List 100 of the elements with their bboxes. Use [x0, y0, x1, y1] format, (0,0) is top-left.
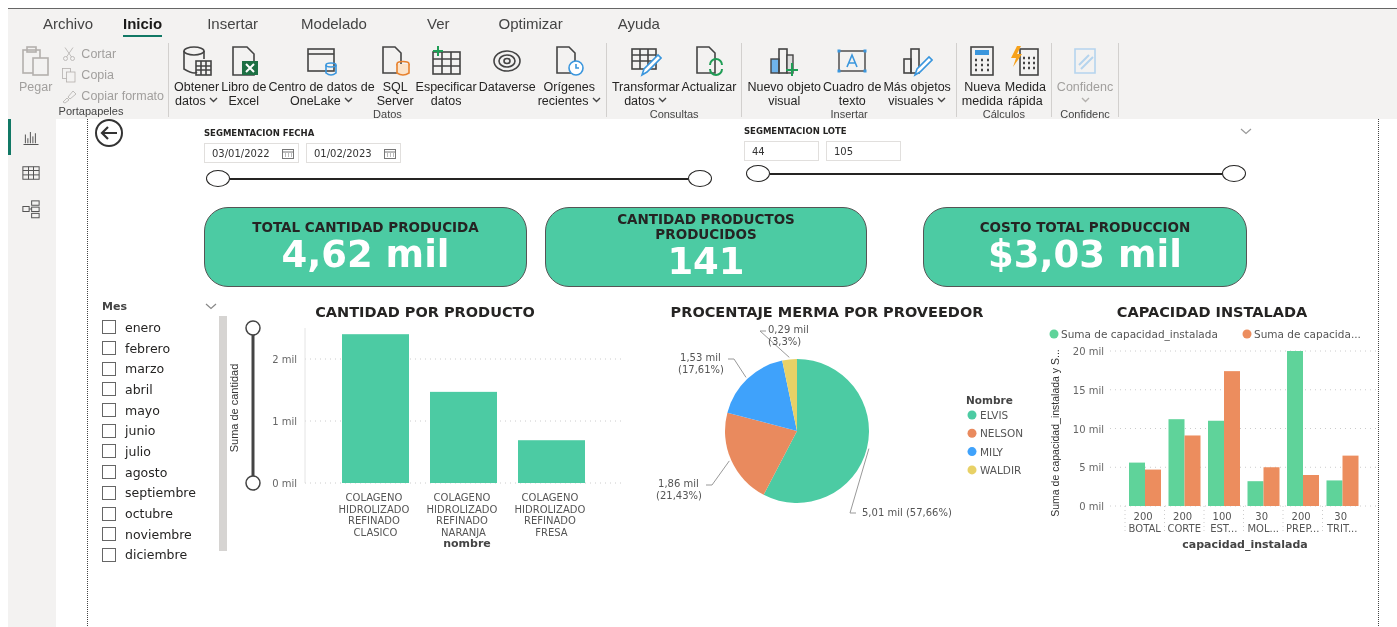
ribbon-tab[interactable]: Insertar: [207, 15, 259, 37]
slicer-input[interactable]: 01/02/2023: [306, 143, 401, 163]
data-label: 1,86 mil (21,43%): [656, 478, 702, 501]
calendar-icon[interactable]: [282, 147, 294, 159]
ribbon-button[interactable]: Libro de Excel: [220, 45, 268, 108]
ribbon-group-label: Consultas: [649, 108, 699, 122]
month-label[interactable]: mayo: [125, 402, 160, 418]
bar: [1129, 462, 1145, 506]
ribbon-button[interactable]: Nuevo objeto visual: [746, 45, 823, 108]
ribbon-tab[interactable]: Optimizar: [498, 15, 563, 37]
checkbox[interactable]: [102, 423, 116, 438]
scrollbar[interactable]: [219, 316, 227, 551]
checkbox[interactable]: [102, 485, 116, 500]
checkbox[interactable]: [102, 547, 116, 562]
slicer-input[interactable]: 44: [744, 141, 819, 161]
checkbox[interactable]: [102, 527, 116, 542]
chevron-icon[interactable]: [205, 302, 217, 310]
legend-dot: [1049, 329, 1059, 339]
ribbon-button[interactable]: Orígenes recientes: [536, 45, 602, 108]
data-label: 0,29 mil (3,3%): [768, 324, 809, 347]
ribbon-tab[interactable]: Archivo: [43, 15, 94, 37]
month-label[interactable]: noviembre: [125, 526, 192, 542]
calendar-icon[interactable]: [384, 147, 396, 159]
category-label: 200 PREP...: [1286, 511, 1320, 534]
axis-title: Suma de cantidad: [228, 363, 240, 453]
checkbox[interactable]: [102, 465, 116, 480]
y-axis-slider[interactable]: [245, 320, 261, 491]
bar: [1145, 469, 1161, 506]
axis-tick-label: 20 mil: [1072, 346, 1104, 357]
axis-title: nombre: [443, 537, 491, 550]
chevron-icon[interactable]: [1240, 128, 1252, 135]
chart-title: CAPACIDAD INSTALADA: [1116, 304, 1308, 320]
axis-title: capacidad_instalada: [1182, 538, 1308, 551]
slider-thumb[interactable]: [746, 165, 770, 182]
checkbox[interactable]: [102, 506, 116, 521]
axis-tick-label: 0 mil: [1079, 501, 1104, 512]
ribbon-button[interactable]: Centro de datos de OneLake: [267, 45, 376, 108]
month-label[interactable]: octubre: [125, 506, 173, 522]
kpi-value: 141: [667, 242, 745, 282]
axis-tick-label: 5 mil: [1079, 462, 1104, 474]
ribbon-tab[interactable]: Inicio: [123, 15, 163, 37]
range-slider[interactable]: [746, 165, 1246, 182]
month-label[interactable]: agosto: [125, 464, 168, 480]
slider-thumb[interactable]: [688, 170, 712, 187]
ribbon-button[interactable]: Actualizar: [680, 45, 738, 94]
ribbon-button[interactable]: Más objetos visuales: [882, 45, 952, 108]
checkbox[interactable]: [102, 403, 116, 418]
ribbon-button[interactable]: Nueva medida: [960, 45, 1004, 108]
month-label[interactable]: diciembre: [125, 547, 188, 563]
window-icon: [305, 45, 338, 77]
checkbox[interactable]: [102, 341, 116, 356]
month-label[interactable]: febrero: [125, 340, 171, 356]
chart-pencil-icon: [901, 45, 934, 77]
month-label[interactable]: abril: [125, 381, 153, 397]
legend-label: MILY: [980, 445, 1004, 458]
month-label[interactable]: septiembre: [125, 485, 196, 501]
checkbox[interactable]: [102, 382, 116, 397]
leader-line: [727, 358, 747, 378]
category-label: 100 EST...: [1210, 511, 1238, 534]
ribbon-button[interactable]: Medida rápida: [1003, 45, 1047, 108]
ribbon-button[interactable]: Transformar datos: [610, 45, 681, 108]
month-label[interactable]: julio: [125, 443, 151, 459]
legend-label: WALDIR: [980, 463, 1022, 476]
range-slider[interactable]: [206, 170, 712, 187]
checkbox[interactable]: [102, 320, 116, 335]
category-label: 200 BOTAL: [1128, 511, 1161, 534]
axis-tick-label: 0 mil: [272, 478, 297, 489]
axis-tick-label: 2 mil: [272, 354, 297, 365]
month-label[interactable]: junio: [125, 423, 156, 439]
category-label: 30 TRIT...: [1327, 511, 1358, 534]
ribbon-tab[interactable]: Ver: [426, 15, 450, 37]
document-clock-icon: [553, 45, 586, 77]
ribbon-button[interactable]: Especificar datos: [414, 45, 478, 108]
legend-title: Nombre: [966, 394, 1013, 406]
ribbon-group-label: Cálculos: [982, 108, 1025, 122]
slicer-input[interactable]: 105: [826, 141, 901, 161]
slider-thumb[interactable]: [206, 170, 230, 187]
ribbon-button[interactable]: Dataverse: [477, 45, 537, 94]
checkbox[interactable]: [102, 444, 116, 459]
kpi-value: $3,03 mil: [988, 234, 1182, 275]
axis-tick-label: 1 mil: [272, 416, 297, 427]
ribbon-tab[interactable]: Ayuda: [617, 15, 660, 37]
brush-icon: [61, 88, 78, 104]
table-pencil-icon: [629, 45, 662, 77]
ribbon-button[interactable]: SQL Server: [375, 45, 415, 108]
bar: [518, 440, 585, 483]
kpi-title: CANTIDAD PRODUCTOS PRODUCIDOS: [616, 212, 796, 242]
ribbon-button[interactable]: Cuadro de texto: [822, 45, 883, 108]
ribbon-tab[interactable]: Modelado: [301, 15, 367, 37]
slider-thumb[interactable]: [1222, 165, 1246, 182]
leader-line: [705, 460, 730, 486]
month-label[interactable]: enero: [125, 319, 161, 335]
slicer-input[interactable]: 03/01/2022: [204, 143, 299, 163]
month-label[interactable]: marzo: [125, 361, 165, 377]
checkbox[interactable]: [102, 361, 116, 376]
scissors-icon: [61, 46, 78, 62]
legend-label: Suma de capacida...: [1254, 328, 1361, 340]
ribbon-button[interactable]: Obtener datos: [173, 45, 221, 108]
chart-title: PROCENTAJE MERMA POR PROVEEDOR: [670, 304, 984, 320]
ribbon-group-label: Datos: [373, 108, 402, 122]
